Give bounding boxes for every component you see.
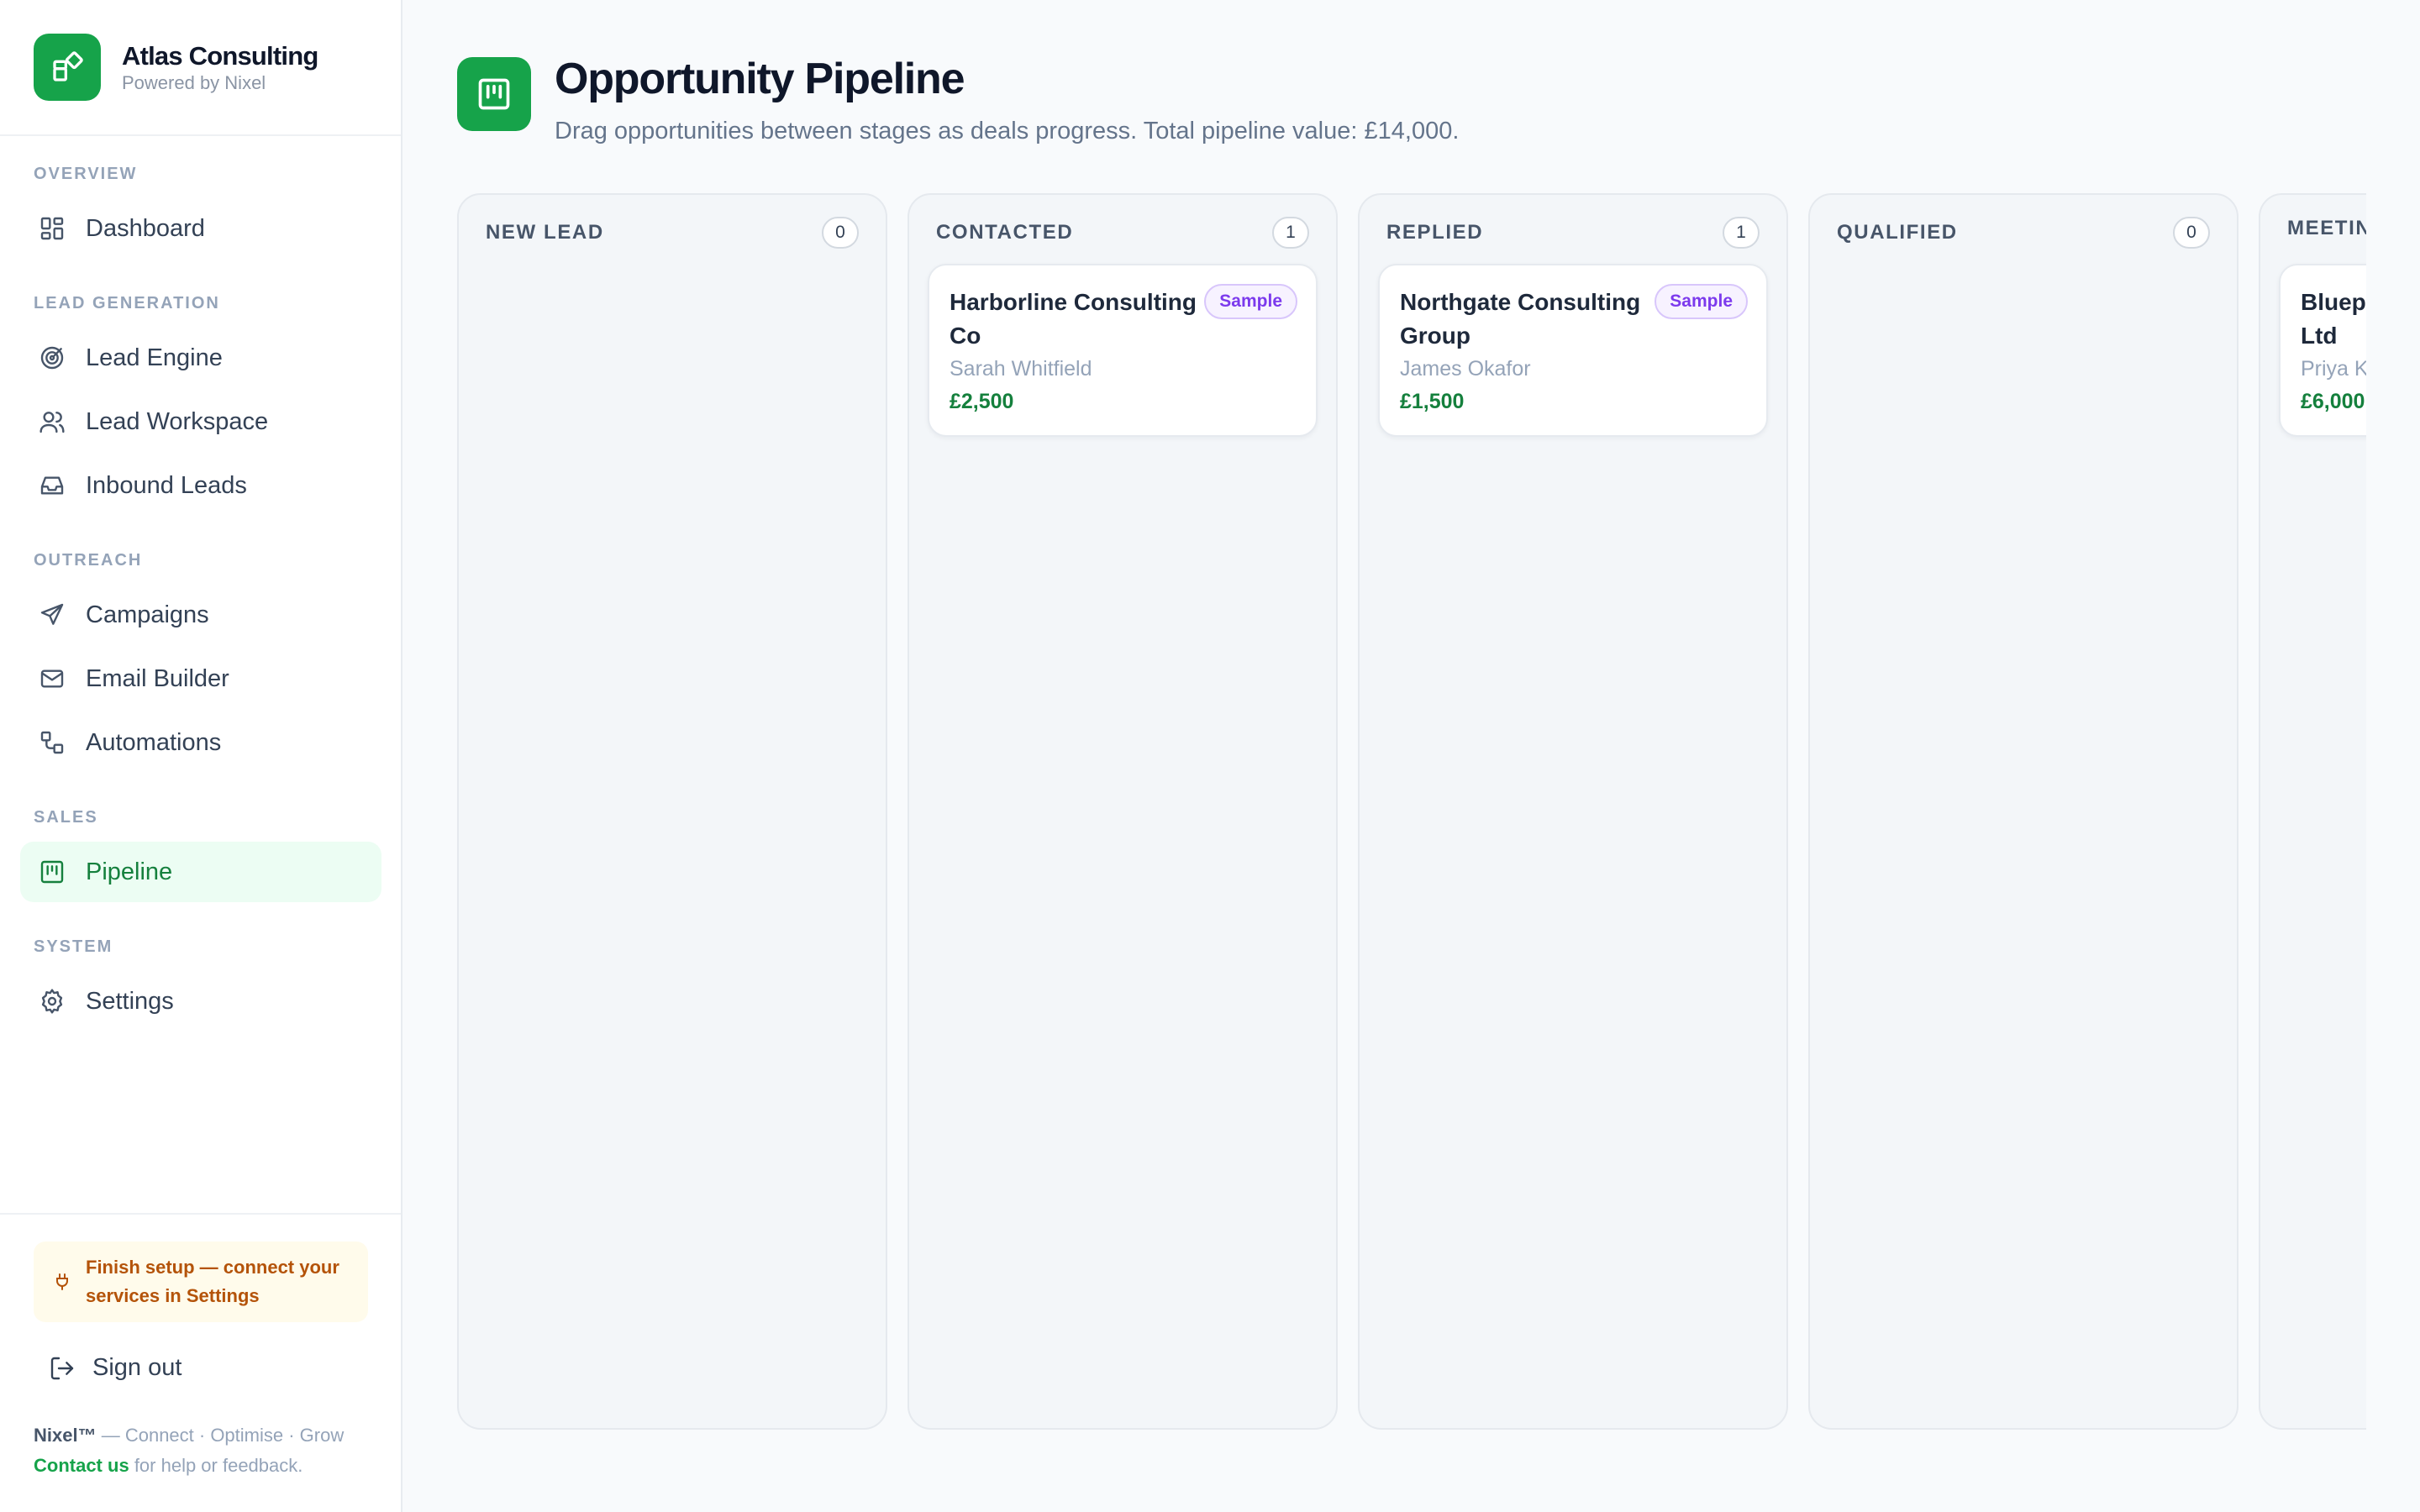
sidebar-item-label: Lead Engine	[86, 344, 223, 371]
footer-contact-text: for help or feedback.	[134, 1455, 303, 1476]
gear-icon	[37, 986, 67, 1016]
sidebar-item-label: Automations	[86, 728, 222, 756]
opportunity-card[interactable]: Harborline Consulting Co Sample Sarah Wh…	[928, 264, 1318, 437]
sidebar-item-lead-workspace[interactable]: Lead Workspace	[20, 391, 381, 452]
nav-section-system: SYSTEM	[34, 937, 113, 956]
sidebar: Atlas Consulting Powered by Nixel OVERVI…	[0, 0, 402, 1512]
column-title: NEW LEAD	[486, 221, 604, 244]
sidebar-item-label: Settings	[86, 987, 174, 1015]
sign-out-button[interactable]: Sign out	[49, 1354, 182, 1382]
card-contact: Priya K	[2301, 357, 2366, 381]
kanban-icon	[37, 857, 67, 887]
opportunity-card[interactable]: Bluep Ltd Priya K £6,000	[2279, 264, 2366, 437]
card-value: £2,500	[950, 390, 1014, 413]
footer-brand: Nixel™	[34, 1425, 97, 1446]
plug-icon	[52, 1272, 72, 1292]
opportunity-card[interactable]: Northgate Consulting Group Sample James …	[1378, 264, 1768, 437]
pipeline-column-qualified[interactable]: QUALIFIED 0	[1808, 193, 2238, 1430]
card-company: Bluep Ltd	[2301, 289, 2366, 349]
sidebar-item-label: Campaigns	[86, 601, 209, 628]
setup-notice-text: Finish setup — connect your services in …	[86, 1257, 339, 1306]
setup-notice[interactable]: Finish setup — connect your services in …	[34, 1242, 368, 1322]
nav-section-sales: SALES	[34, 808, 98, 827]
column-title: REPLIED	[1386, 221, 1484, 244]
card-value: £6,000	[2301, 390, 2365, 413]
sidebar-item-inbound-leads[interactable]: Inbound Leads	[20, 455, 381, 516]
sidebar-item-campaigns[interactable]: Campaigns	[20, 585, 381, 645]
sidebar-item-label: Pipeline	[86, 858, 173, 885]
pipeline-column-replied[interactable]: REPLIED 1 Northgate Consulting Group Sam…	[1358, 193, 1788, 1430]
sidebar-item-label: Dashboard	[86, 214, 205, 242]
column-count-badge: 0	[2173, 217, 2210, 249]
sidebar-item-pipeline[interactable]: Pipeline	[20, 842, 381, 902]
column-count-badge: 0	[822, 217, 859, 249]
inbox-icon	[37, 470, 67, 501]
main-content: Opportunity Pipeline Drag opportunities …	[403, 0, 2420, 1512]
page-title: Opportunity Pipeline	[555, 55, 965, 103]
pipeline-column-contacted[interactable]: CONTACTED 1 Harborline Consulting Co Sam…	[908, 193, 1338, 1430]
card-contact: James Okafor	[1400, 357, 1531, 381]
sidebar-item-lead-engine[interactable]: Lead Engine	[20, 328, 381, 388]
send-icon	[37, 600, 67, 630]
sidebar-item-label: Lead Workspace	[86, 407, 269, 435]
sign-out-label: Sign out	[92, 1354, 182, 1381]
card-company: Harborline Consulting Co	[950, 289, 1197, 349]
footer-tagline: Nixel™ — Connect · Optimise · Grow	[34, 1425, 344, 1446]
column-title: QUALIFIED	[1837, 221, 1958, 244]
pipeline-board: NEW LEAD 0 CONTACTED 1 Harborline Consul…	[457, 193, 2366, 1431]
column-count-badge: 1	[1723, 217, 1760, 249]
nav-section-overview: OVERVIEW	[34, 165, 138, 183]
brand-logo-icon	[34, 34, 101, 101]
footer-tagline-text: — Connect · Optimise · Grow	[101, 1425, 345, 1446]
kanban-icon	[457, 57, 531, 131]
brand[interactable]: Atlas Consulting Powered by Nixel	[34, 34, 318, 101]
pipeline-column-new-lead[interactable]: NEW LEAD 0	[457, 193, 887, 1430]
users-icon	[37, 407, 67, 437]
sidebar-item-label: Inbound Leads	[86, 471, 247, 499]
sidebar-item-dashboard[interactable]: Dashboard	[20, 198, 381, 259]
workflow-icon	[37, 727, 67, 758]
column-title: CONTACTED	[936, 221, 1074, 244]
brand-subtitle: Powered by Nixel	[122, 72, 266, 93]
card-value: £1,500	[1400, 390, 1465, 413]
footer-contact: Contact us for help or feedback.	[34, 1455, 302, 1477]
pipeline-column-meeting[interactable]: MEETIN Bluep Ltd Priya K £6,000	[2259, 193, 2366, 1430]
sample-badge: Sample	[1204, 284, 1297, 319]
sidebar-item-settings[interactable]: Settings	[20, 971, 381, 1032]
divider	[0, 1213, 401, 1215]
nav-section-outreach: OUTREACH	[34, 551, 143, 570]
sidebar-item-automations[interactable]: Automations	[20, 712, 381, 773]
logout-icon	[49, 1355, 76, 1382]
divider	[0, 134, 401, 136]
card-company: Northgate Consulting Group	[1400, 289, 1641, 349]
card-contact: Sarah Whitfield	[950, 357, 1092, 381]
contact-us-link[interactable]: Contact us	[34, 1455, 129, 1476]
brand-name: Atlas Consulting	[122, 41, 318, 71]
sidebar-item-email-builder[interactable]: Email Builder	[20, 648, 381, 709]
page-subtitle: Drag opportunities between stages as dea…	[555, 118, 1460, 144]
column-count-badge: 1	[1272, 217, 1309, 249]
sidebar-item-label: Email Builder	[86, 664, 229, 692]
dashboard-icon	[37, 213, 67, 244]
sample-badge: Sample	[1655, 284, 1748, 319]
mail-icon	[37, 664, 67, 694]
column-title: MEETIN	[2287, 217, 2366, 239]
nav-section-lead-generation: LEAD GENERATION	[34, 294, 220, 312]
target-icon	[37, 343, 67, 373]
